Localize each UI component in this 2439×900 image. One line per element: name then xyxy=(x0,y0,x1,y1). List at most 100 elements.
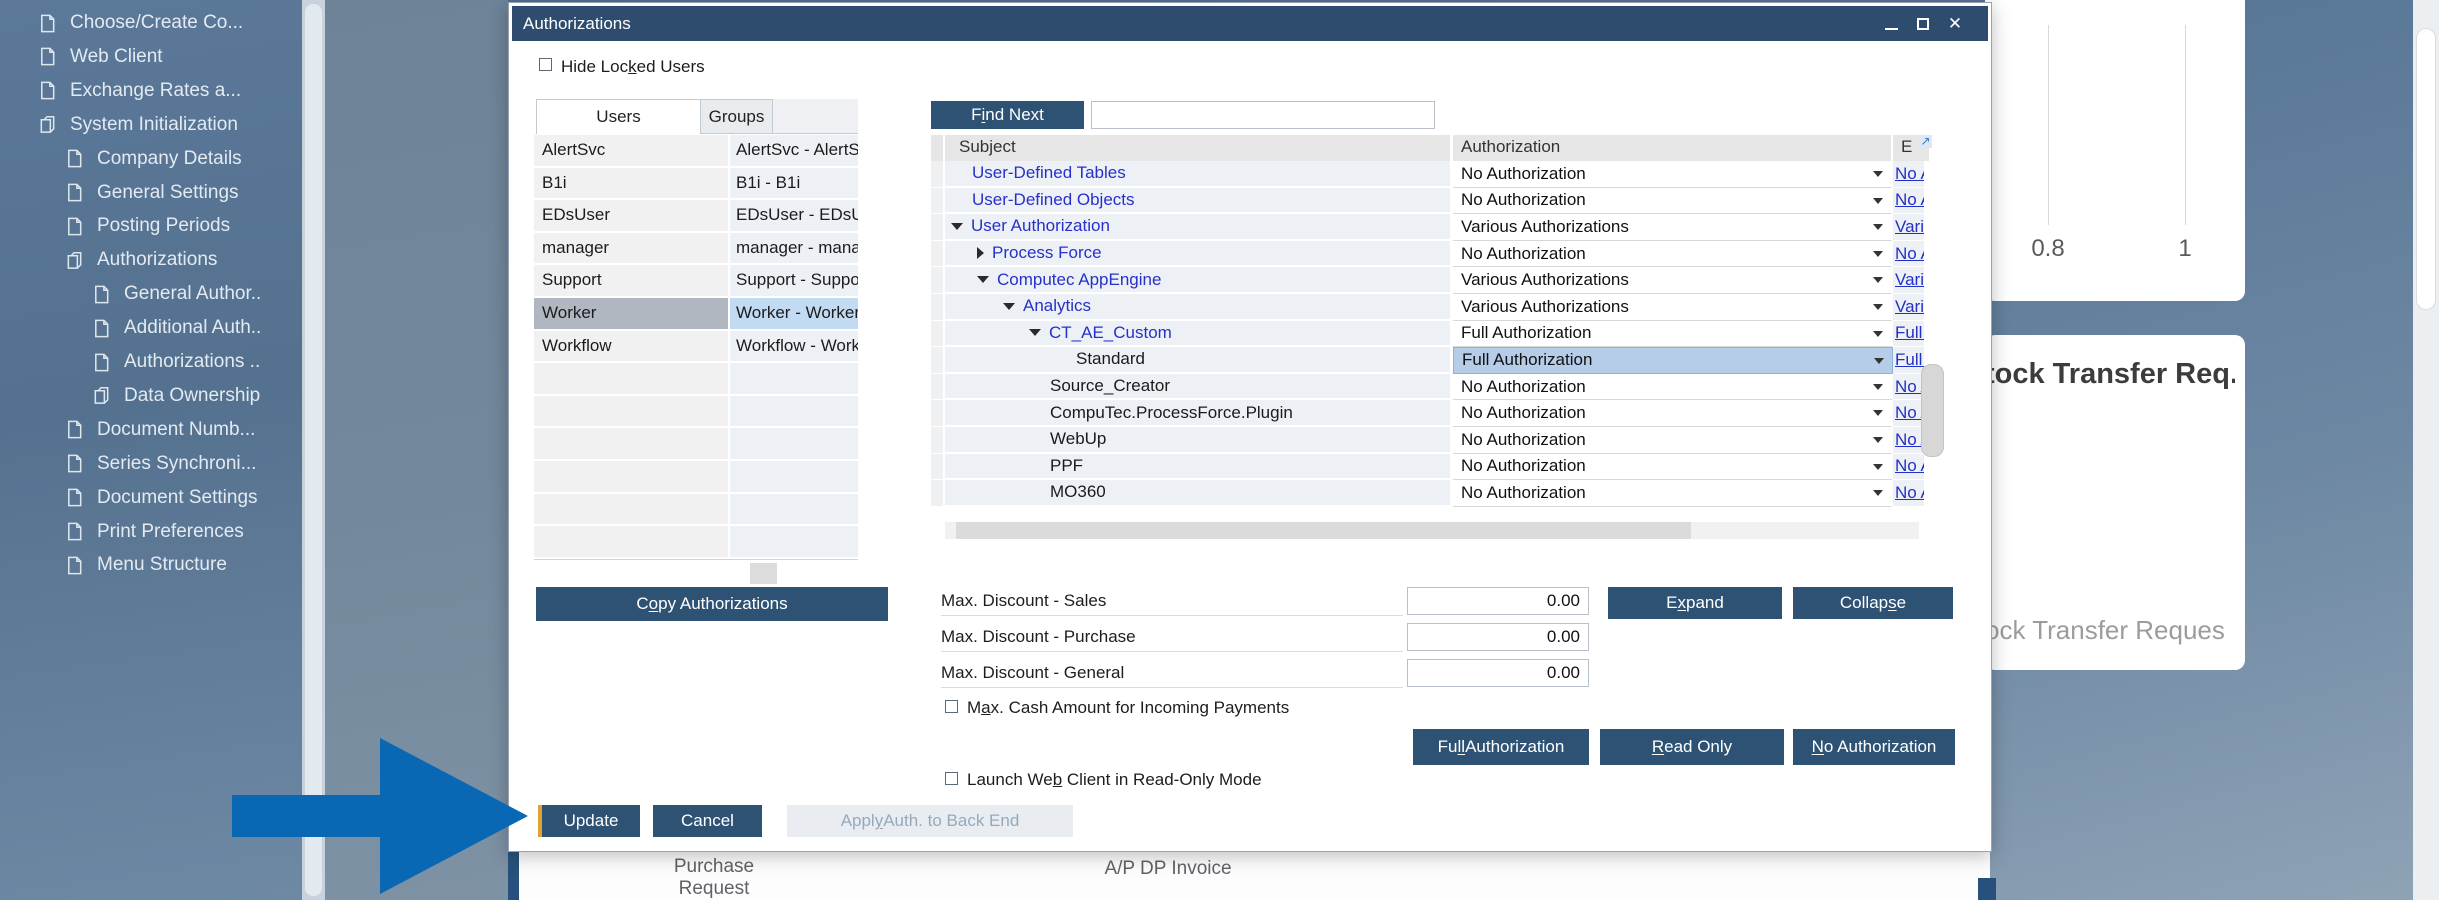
row-gutter-cell[interactable] xyxy=(931,267,945,294)
user-code-cell[interactable]: Support xyxy=(534,265,728,298)
effective-authorization-link[interactable]: No Authorization xyxy=(1895,483,1924,503)
sidebar-item[interactable]: Series Synchroni... xyxy=(65,447,256,481)
user-code-cell[interactable] xyxy=(534,526,728,559)
authorization-cell[interactable]: No Authorization xyxy=(1453,480,1893,507)
update-button[interactable]: Update xyxy=(538,805,640,837)
authorization-cell[interactable]: Various Authorizations xyxy=(1453,294,1893,321)
sidebar-item[interactable]: Posting Periods xyxy=(65,209,230,243)
user-row[interactable] xyxy=(534,428,858,461)
effective-authorization-link[interactable]: Full Authorization xyxy=(1895,350,1924,370)
effective-authorization-cell[interactable]: No Authorization xyxy=(1893,400,1924,427)
row-gutter-cell[interactable] xyxy=(931,480,945,507)
user-code-cell[interactable] xyxy=(534,363,728,396)
page-scrollbar-thumb[interactable] xyxy=(2416,28,2436,310)
user-row[interactable] xyxy=(534,526,858,559)
user-row[interactable] xyxy=(534,461,858,494)
subject-label[interactable]: CompuTec.ProcessForce.Plugin xyxy=(1050,403,1293,423)
user-row[interactable]: AlertSvcAlertSvc - AlertSvc xyxy=(534,135,858,168)
apply-auth-back-end-button[interactable]: Apply Auth. to Back End xyxy=(787,805,1073,837)
users-list[interactable]: AlertSvcAlertSvc - AlertSvcB1iB1i - B1iE… xyxy=(534,135,858,560)
max-discount-general-field[interactable]: 0.00 xyxy=(1407,659,1589,687)
authorization-cell[interactable]: No Authorization xyxy=(1453,427,1893,454)
subject-cell[interactable]: CompuTec.ProcessForce.Plugin xyxy=(945,400,1453,427)
dialog-titlebar[interactable]: Authorizations ✕ xyxy=(512,6,1988,41)
user-code-cell[interactable]: EDsUser xyxy=(534,200,728,233)
expand-button[interactable]: Expand xyxy=(1608,587,1782,619)
dropdown-caret-icon[interactable] xyxy=(1873,277,1883,283)
collapse-node-icon[interactable] xyxy=(951,223,963,230)
user-row[interactable]: EDsUserEDsUser - EDsUser xyxy=(534,200,858,233)
sidebar-item[interactable]: Document Numb... xyxy=(65,413,255,447)
launch-web-client-checkbox[interactable] xyxy=(945,772,958,785)
dropdown-caret-icon[interactable] xyxy=(1873,171,1883,177)
sidebar-scrollbar-thumb[interactable] xyxy=(305,4,322,896)
max-cash-checkbox[interactable] xyxy=(945,700,958,713)
user-name-cell[interactable]: B1i - B1i xyxy=(730,168,858,201)
user-row[interactable]: WorkflowWorkflow - Workflow xyxy=(534,331,858,364)
tree-hscrollbar-thumb[interactable] xyxy=(956,522,1691,539)
subject-label[interactable]: Source_Creator xyxy=(1050,376,1170,396)
dropdown-caret-icon[interactable] xyxy=(1873,410,1883,416)
effective-authorization-link[interactable]: Various Authorizations xyxy=(1895,217,1924,237)
sidebar-item[interactable]: Additional Auth.. xyxy=(92,311,261,345)
sidebar-item[interactable]: Document Settings xyxy=(65,481,258,515)
sidebar-item[interactable]: Exchange Rates a... xyxy=(38,74,241,108)
effective-authorization-cell[interactable]: Various Authorizations xyxy=(1893,214,1924,241)
user-name-cell[interactable]: Worker - Worker xyxy=(730,298,858,331)
dropdown-caret-icon[interactable] xyxy=(1873,437,1883,443)
subject-label[interactable]: WebUp xyxy=(1050,429,1106,449)
sidebar-item[interactable]: Data Ownership xyxy=(92,379,260,413)
subject-label[interactable]: User-Defined Tables xyxy=(972,163,1126,183)
sidebar-item[interactable]: Authorizations xyxy=(65,243,217,277)
row-gutter-cell[interactable] xyxy=(931,321,945,348)
subject-label[interactable]: Process Force xyxy=(992,243,1102,263)
page-scrollbar[interactable] xyxy=(2413,0,2439,900)
tree-row[interactable]: User-Defined ObjectsNo AuthorizationNo A… xyxy=(931,188,1929,215)
users-list-hscroll-thumb[interactable] xyxy=(750,563,777,584)
hide-locked-users-checkbox[interactable] xyxy=(539,58,552,71)
user-code-cell[interactable]: Worker xyxy=(534,298,728,331)
tab-users[interactable]: Users xyxy=(536,99,701,134)
tree-row[interactable]: Process ForceNo AuthorizationNo Authoriz… xyxy=(931,241,1929,268)
user-row[interactable] xyxy=(534,396,858,429)
full-authorization-button[interactable]: Full Authorization xyxy=(1413,729,1589,765)
row-gutter-cell[interactable] xyxy=(931,374,945,401)
user-row[interactable]: managermanager - manager xyxy=(534,233,858,266)
subject-label[interactable]: PPF xyxy=(1050,456,1083,476)
subject-label[interactable]: Standard xyxy=(1076,349,1145,369)
read-only-button[interactable]: Read Only xyxy=(1600,729,1784,765)
effective-authorization-cell[interactable]: Various Authorizations xyxy=(1893,267,1924,294)
effective-authorization-link[interactable]: Full Authorization xyxy=(1895,323,1924,343)
user-name-cell[interactable] xyxy=(730,396,858,429)
effective-authorization-link[interactable]: No Authorization xyxy=(1895,456,1924,476)
effective-authorization-cell[interactable]: No Authorization xyxy=(1893,161,1924,188)
sidebar-item[interactable]: System Initialization xyxy=(38,108,238,142)
user-name-cell[interactable] xyxy=(730,428,858,461)
tree-row[interactable]: Computec AppEngine Various Authorizations… xyxy=(931,267,1929,294)
row-gutter-cell[interactable] xyxy=(931,294,945,321)
dropdown-caret-icon[interactable] xyxy=(1873,304,1883,310)
dropdown-caret-icon[interactable] xyxy=(1874,358,1884,364)
row-gutter-cell[interactable] xyxy=(931,188,945,215)
authorization-cell[interactable]: No Authorization xyxy=(1453,400,1893,427)
user-name-cell[interactable] xyxy=(730,461,858,494)
row-gutter-cell[interactable] xyxy=(931,347,945,374)
effective-authorization-cell[interactable]: Full Authorization xyxy=(1893,347,1924,374)
collapse-button[interactable]: Collapse xyxy=(1793,587,1953,619)
authorization-cell[interactable]: No Authorization xyxy=(1453,161,1893,188)
effective-authorization-link[interactable]: No Authorization xyxy=(1895,244,1924,264)
row-gutter-cell[interactable] xyxy=(931,214,945,241)
authorization-cell[interactable]: Full Authorization xyxy=(1453,321,1893,348)
user-code-cell[interactable]: AlertSvc xyxy=(534,135,728,168)
subject-cell[interactable]: Computec AppEngine xyxy=(945,267,1453,294)
tree-row[interactable]: WebUpNo AuthorizationNo Authorization xyxy=(931,427,1929,454)
subject-cell[interactable]: MO360 xyxy=(945,480,1453,507)
authorization-column-header[interactable]: Authorization xyxy=(1453,135,1893,161)
subject-cell[interactable]: User Authorization xyxy=(945,214,1453,241)
subject-cell[interactable]: CT_AE_Custom xyxy=(945,321,1453,348)
subject-label[interactable]: CT_AE_Custom xyxy=(1049,323,1172,343)
dropdown-caret-icon[interactable] xyxy=(1873,251,1883,257)
tree-row[interactable]: PPFNo AuthorizationNo Authorization xyxy=(931,454,1929,481)
authorization-cell[interactable]: Various Authorizations xyxy=(1453,214,1893,241)
sidebar-item[interactable]: Menu Structure xyxy=(65,548,227,582)
